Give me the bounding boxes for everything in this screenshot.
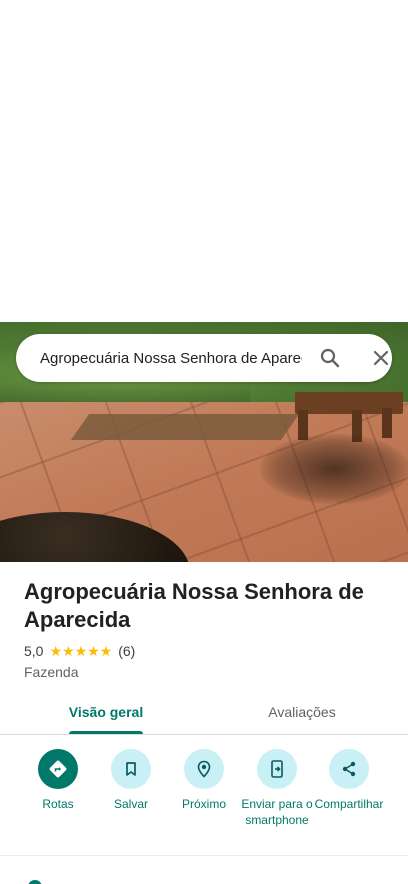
tab-bar: Visão geral Avaliações — [0, 692, 408, 735]
save-label: Salvar — [113, 797, 148, 811]
nearby-label: Próximo — [181, 797, 226, 811]
send-to-phone-button[interactable]: Enviar para o smartphone — [239, 749, 315, 828]
map-area-blank — [0, 0, 408, 322]
directions-label: Rotas — [42, 797, 74, 811]
photo-bench-leg — [382, 408, 392, 438]
directions-icon — [38, 749, 78, 789]
save-button[interactable]: Salvar — [93, 749, 169, 812]
share-label: Compartilhar — [314, 797, 384, 811]
search-bar[interactable]: Agropecuária Nossa Senhora de Aparecida — [16, 334, 392, 382]
star-rating-icon: ★★★★★ — [49, 642, 113, 659]
share-button[interactable]: Compartilhar — [312, 749, 386, 812]
search-input[interactable]: Agropecuária Nossa Senhora de Aparecida — [40, 348, 302, 370]
send-to-phone-label: Enviar para o smartphone — [241, 797, 313, 827]
review-count[interactable]: (6) — [118, 643, 135, 659]
nearby-button[interactable]: Próximo — [166, 749, 242, 812]
tab-reviews[interactable]: Avaliações — [196, 692, 408, 735]
share-icon — [329, 749, 369, 789]
send-to-phone-icon — [257, 749, 297, 789]
directions-button[interactable]: Rotas — [20, 749, 96, 812]
place-category[interactable]: Fazenda — [24, 663, 78, 681]
location-pin-icon — [28, 880, 42, 884]
photo-shadow — [260, 434, 408, 504]
rating-row[interactable]: 5,0 ★★★★★ (6) — [24, 642, 135, 660]
section-divider — [0, 855, 408, 856]
bookmark-icon — [111, 749, 151, 789]
tab-indicator — [69, 731, 143, 734]
rating-value: 5,0 — [24, 643, 44, 659]
action-buttons-row: Rotas Salvar Próximo Enviar para o smart… — [0, 740, 408, 855]
place-title: Agropecuária Nossa Senhora de Aparecida — [24, 579, 364, 632]
nearby-icon — [184, 749, 224, 789]
tab-overview[interactable]: Visão geral — [0, 692, 212, 735]
search-icon[interactable] — [318, 346, 342, 370]
close-icon[interactable] — [369, 346, 393, 370]
photo-step — [70, 414, 300, 440]
